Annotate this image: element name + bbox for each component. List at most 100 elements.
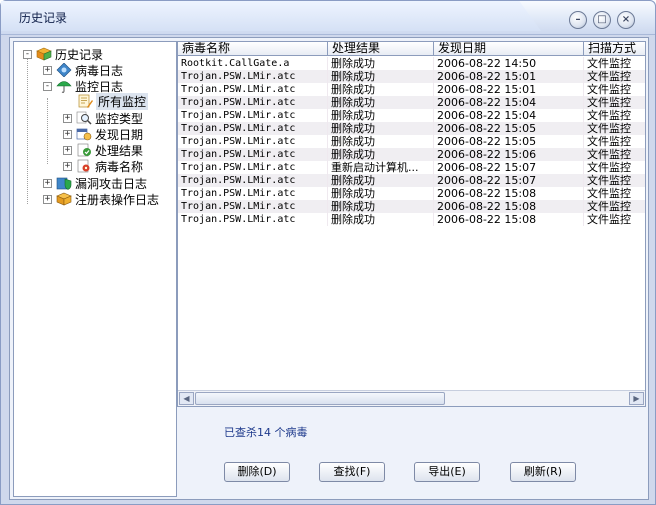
tree-guide-line — [47, 98, 48, 164]
cell-scan-mode: 文件监控 — [584, 70, 645, 83]
history-folder-icon — [36, 47, 52, 61]
expand-icon[interactable]: + — [63, 113, 72, 123]
arrow-left-icon: ◀ — [183, 394, 190, 403]
history-tree[interactable]: - 历史记录 + 病毒日志 - 监控日志 所有监控 + 监控类型 + 发现日期 … — [13, 41, 177, 497]
cell-result: 删除成功 — [328, 148, 434, 161]
arrow-right-icon: ▶ — [633, 394, 640, 403]
scroll-left-button[interactable]: ◀ — [179, 392, 194, 405]
result-document-icon — [77, 143, 91, 157]
expand-icon[interactable]: + — [43, 178, 52, 188]
expand-icon[interactable]: + — [63, 145, 72, 155]
tree-item-virus-name[interactable]: + 病毒名称 — [63, 159, 144, 174]
tree-item-virus-log[interactable]: + 病毒日志 — [43, 63, 123, 78]
cell-virus-name: Trojan.PSW.LMir.atc — [178, 70, 328, 83]
cell-result: 删除成功 — [328, 200, 434, 213]
scroll-right-button[interactable]: ▶ — [629, 392, 644, 405]
table-row[interactable]: Trojan.PSW.LMir.atc 删除成功 2006-08-22 15:01 文… — [178, 70, 645, 83]
cell-found-date: 2006-08-22 15:05 — [434, 122, 584, 135]
tree-item-label: 注册表操作日志 — [75, 192, 160, 207]
cell-result: 删除成功 — [328, 70, 434, 83]
expand-icon[interactable]: + — [63, 129, 72, 139]
table-row[interactable]: Trojan.PSW.LMir.atc 删除成功 2006-08-22 15:07 文… — [178, 174, 645, 187]
export-button[interactable]: 导出(E) — [414, 462, 480, 482]
cell-virus-name: Trojan.PSW.LMir.atc — [178, 83, 328, 96]
cell-virus-name: Trojan.PSW.LMir.atc — [178, 109, 328, 122]
minimize-icon: – — [575, 14, 581, 25]
cell-scan-mode: 文件监控 — [584, 187, 645, 200]
cell-found-date: 2006-08-22 15:01 — [434, 83, 584, 96]
table-row[interactable]: Rootkit.CallGate.a 删除成功 2006-08-22 14:50 文件… — [178, 57, 645, 70]
column-header-virus-name[interactable]: 病毒名称 — [178, 42, 328, 56]
table-row[interactable]: Trojan.PSW.LMir.atc 重新启动计算机... 2006-08-22 … — [178, 161, 645, 174]
tree-item-label: 所有监控 — [96, 92, 149, 110]
history-window: 历史记录 – □ × - 历史记录 + 病毒日志 - 监控日志 所有监控 + 监… — [0, 0, 656, 505]
table-row[interactable]: Trojan.PSW.LMir.atc 删除成功 2006-08-22 15:08 文… — [178, 213, 645, 226]
tree-item-monitor-type[interactable]: + 监控类型 — [63, 111, 144, 126]
cell-result: 删除成功 — [328, 174, 434, 187]
table-row[interactable]: Trojan.PSW.LMir.atc 删除成功 2006-08-22 15:04 文… — [178, 109, 645, 122]
refresh-button[interactable]: 刷新(R) — [510, 462, 576, 482]
cell-found-date: 2006-08-22 14:50 — [434, 57, 584, 70]
table-header: 病毒名称 处理结果 发现日期 扫描方式 — [178, 42, 645, 56]
client-area: - 历史记录 + 病毒日志 - 监控日志 所有监控 + 监控类型 + 发现日期 … — [9, 37, 649, 500]
maximize-button[interactable]: □ — [593, 11, 611, 29]
umbrella-icon — [56, 81, 72, 93]
expand-icon[interactable]: + — [43, 194, 52, 204]
table-row[interactable]: Trojan.PSW.LMir.atc 删除成功 2006-08-22 15:01 文… — [178, 83, 645, 96]
table-row[interactable]: Trojan.PSW.LMir.atc 删除成功 2006-08-22 15:08 文… — [178, 200, 645, 213]
cell-virus-name: Rootkit.CallGate.a — [178, 57, 328, 70]
collapse-icon[interactable]: - — [43, 81, 52, 91]
cell-result: 删除成功 — [328, 96, 434, 109]
virus-document-icon — [77, 159, 90, 173]
table-row[interactable]: Trojan.PSW.LMir.atc 删除成功 2006-08-22 15:08 文… — [178, 187, 645, 200]
find-button[interactable]: 查找(F) — [319, 462, 385, 482]
tree-item-registry-log[interactable]: + 注册表操作日志 — [43, 192, 160, 207]
cell-result: 删除成功 — [328, 213, 434, 226]
column-header-result[interactable]: 处理结果 — [328, 42, 434, 56]
close-button[interactable]: × — [617, 11, 635, 29]
table-row[interactable]: Trojan.PSW.LMir.atc 删除成功 2006-08-22 15:05 文… — [178, 135, 645, 148]
expand-icon[interactable]: + — [63, 161, 72, 171]
tree-item-label: 病毒名称 — [95, 159, 144, 174]
tree-item-all-monitors[interactable]: 所有监控 — [77, 92, 149, 110]
document-pen-icon — [78, 94, 93, 108]
scroll-thumb[interactable] — [195, 392, 445, 405]
title-tab — [1, 1, 541, 31]
expand-icon[interactable]: + — [43, 65, 52, 75]
magnifier-icon — [76, 111, 92, 125]
cell-scan-mode: 文件监控 — [584, 148, 645, 161]
kill-count-status: 已查杀14 个病毒 — [224, 426, 308, 439]
cell-scan-mode: 文件监控 — [584, 96, 645, 109]
table-body: Rootkit.CallGate.a 删除成功 2006-08-22 14:50 文件… — [178, 57, 645, 226]
cell-found-date: 2006-08-22 15:08 — [434, 187, 584, 200]
table-row[interactable]: Trojan.PSW.LMir.atc 删除成功 2006-08-22 15:04 文… — [178, 96, 645, 109]
tree-item-exploit-log[interactable]: + 漏洞攻击日志 — [43, 176, 147, 191]
table-row[interactable]: Trojan.PSW.LMir.atc 删除成功 2006-08-22 15:06 文… — [178, 148, 645, 161]
minimize-button[interactable]: – — [569, 11, 587, 29]
tree-root-label: 历史记录 — [55, 47, 104, 62]
cell-scan-mode: 文件监控 — [584, 83, 645, 96]
cell-result: 删除成功 — [328, 135, 434, 148]
tree-root-history[interactable]: - 历史记录 — [23, 47, 104, 62]
tree-item-monitor-log[interactable]: - 监控日志 — [43, 79, 123, 94]
tree-item-label: 监控类型 — [95, 111, 144, 126]
registry-cube-icon — [56, 192, 72, 206]
delete-button[interactable]: 删除(D) — [224, 462, 290, 482]
column-header-scan-mode[interactable]: 扫描方式 — [584, 42, 645, 56]
horizontal-scrollbar[interactable]: ◀ ▶ — [178, 390, 645, 406]
cell-scan-mode: 文件监控 — [584, 135, 645, 148]
cell-found-date: 2006-08-22 15:04 — [434, 96, 584, 109]
title-bar[interactable]: 历史记录 – □ × — [1, 1, 655, 35]
tree-item-found-date[interactable]: + 发现日期 — [63, 127, 144, 142]
cell-scan-mode: 文件监控 — [584, 174, 645, 187]
collapse-icon[interactable]: - — [23, 49, 32, 59]
tree-item-process-result[interactable]: + 处理结果 — [63, 143, 143, 158]
tree-item-label: 发现日期 — [95, 127, 144, 142]
calendar-clock-icon — [76, 128, 92, 141]
cell-found-date: 2006-08-22 15:08 — [434, 200, 584, 213]
cell-scan-mode: 文件监控 — [584, 213, 645, 226]
tree-guide-line — [27, 56, 28, 204]
history-table[interactable]: 病毒名称 处理结果 发现日期 扫描方式 Rootkit.CallGate.a 删除… — [177, 41, 646, 407]
column-header-found-date[interactable]: 发现日期 — [434, 42, 584, 56]
table-row[interactable]: Trojan.PSW.LMir.atc 删除成功 2006-08-22 15:05 文… — [178, 122, 645, 135]
